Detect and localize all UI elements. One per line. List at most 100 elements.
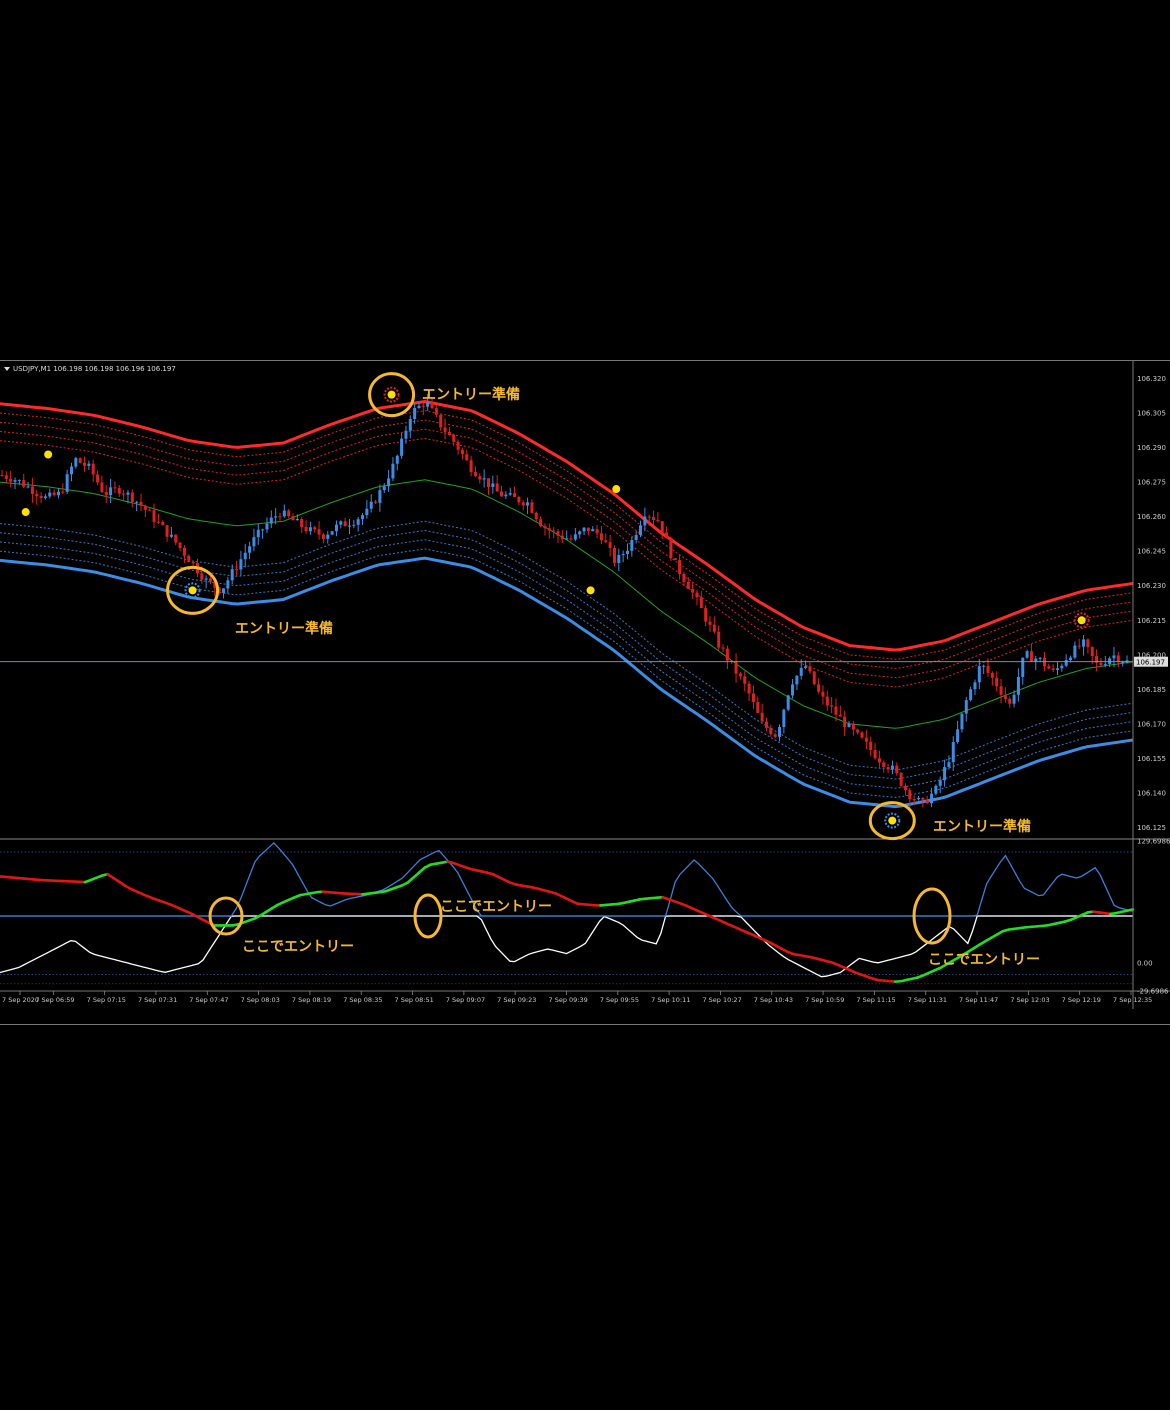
candle-body bbox=[1012, 694, 1016, 704]
candle-body bbox=[1108, 658, 1112, 665]
candle-body bbox=[569, 538, 573, 540]
time-tick-label: 7 Sep 10:11 bbox=[651, 996, 690, 1004]
current-price-tag: 106.197 bbox=[1136, 659, 1165, 667]
candle-body bbox=[1034, 658, 1038, 662]
candle-body bbox=[873, 749, 877, 759]
candle-body bbox=[1112, 655, 1116, 659]
candle-body bbox=[447, 431, 451, 435]
candle-body bbox=[869, 741, 873, 750]
candle-body bbox=[647, 516, 651, 518]
candle-body bbox=[165, 525, 169, 537]
candle-body bbox=[1099, 662, 1103, 666]
candle-body bbox=[886, 767, 890, 770]
candle-body bbox=[960, 713, 964, 730]
axis-layer: 106.320 106.305 106.290 106.275 106.260 106.2… bbox=[0, 361, 1170, 1009]
symbol-name: USDJPY,M1 bbox=[13, 365, 52, 373]
candle-body bbox=[200, 573, 204, 580]
candle-body bbox=[539, 519, 543, 527]
time-tick-label: 7 Sep 06:59 bbox=[35, 996, 74, 1004]
candle-body bbox=[708, 621, 712, 625]
candle-body bbox=[864, 737, 868, 742]
time-tick-label: 7 Sep 2020 bbox=[2, 996, 39, 1004]
candle-body bbox=[274, 516, 278, 518]
candle-body bbox=[1021, 657, 1025, 677]
candle-body bbox=[365, 508, 369, 516]
candle-body bbox=[956, 729, 960, 743]
candle-body bbox=[48, 492, 52, 497]
candle-body bbox=[143, 505, 147, 510]
candle-body bbox=[300, 519, 304, 528]
lower-band-line bbox=[0, 556, 1134, 809]
candle-body bbox=[430, 402, 434, 409]
candle-body bbox=[652, 517, 656, 520]
candle-body bbox=[565, 538, 569, 540]
candle-body bbox=[339, 521, 343, 525]
candle-body bbox=[486, 478, 490, 487]
candle-body bbox=[599, 533, 603, 541]
ohlc-values: 106.198 106.198 106.196 106.197 bbox=[53, 365, 176, 373]
price-tick-label: 106.320 bbox=[1137, 375, 1166, 383]
candle-body bbox=[491, 483, 495, 487]
candle-body bbox=[0, 475, 4, 477]
osc-tick-label: 129.6986 bbox=[1137, 838, 1170, 846]
price-tick-label: 106.275 bbox=[1137, 479, 1166, 487]
candle-body bbox=[278, 516, 282, 518]
candle-body bbox=[808, 666, 812, 672]
candle-body bbox=[665, 532, 669, 539]
candle-body bbox=[756, 701, 760, 713]
candle-body bbox=[930, 793, 934, 804]
candle-body bbox=[469, 460, 473, 473]
candle-body bbox=[838, 714, 842, 717]
signal-dot bbox=[586, 586, 595, 595]
candle-body bbox=[552, 530, 556, 532]
candle-body bbox=[1121, 661, 1125, 663]
candle-body bbox=[717, 631, 721, 648]
candle-body bbox=[391, 463, 395, 479]
candle-body bbox=[1090, 646, 1094, 657]
candle-body bbox=[100, 482, 104, 492]
candle-body bbox=[35, 493, 39, 497]
signal-dot bbox=[21, 508, 30, 517]
dropdown-triangle-icon[interactable] bbox=[4, 367, 10, 371]
candle-body bbox=[773, 734, 777, 737]
candle-body bbox=[686, 581, 690, 589]
candle-body bbox=[83, 462, 87, 466]
candle-body bbox=[591, 529, 595, 532]
candle-body bbox=[895, 765, 899, 774]
price-tick-label: 106.230 bbox=[1137, 582, 1166, 590]
candle-body bbox=[78, 458, 82, 463]
time-tick-label: 7 Sep 11:15 bbox=[856, 996, 895, 1004]
chart-canvas[interactable]: 106.320 106.305 106.290 106.275 106.260 106.2… bbox=[0, 361, 1170, 1026]
candle-body bbox=[334, 524, 338, 532]
candle-body bbox=[795, 675, 799, 685]
candle-body bbox=[317, 529, 321, 535]
candle-body bbox=[764, 721, 768, 728]
signal-dot bbox=[1077, 616, 1086, 625]
time-tick-label: 7 Sep 09:55 bbox=[600, 996, 639, 1004]
annotation-text: ここでエントリー bbox=[440, 899, 552, 915]
candle-body bbox=[326, 534, 330, 539]
candle-body bbox=[921, 797, 925, 800]
signal-dot bbox=[387, 390, 396, 399]
annotation-text: ここでエントリー bbox=[928, 952, 1040, 968]
candle-body bbox=[782, 709, 786, 728]
candle-body bbox=[712, 624, 716, 632]
candle-body bbox=[248, 546, 252, 553]
candle-body bbox=[925, 799, 929, 804]
time-tick-label: 7 Sep 08:35 bbox=[343, 996, 382, 1004]
candle-body bbox=[1064, 660, 1068, 666]
chart-window[interactable]: 106.320 106.305 106.290 106.275 106.260 106.2… bbox=[0, 360, 1170, 1025]
candle-body bbox=[417, 405, 421, 409]
candle-body bbox=[304, 527, 308, 532]
candle-body bbox=[230, 569, 234, 581]
candle-body bbox=[908, 790, 912, 800]
candle-body bbox=[96, 474, 100, 483]
candle-body bbox=[378, 490, 382, 503]
candle-body bbox=[1016, 676, 1020, 695]
candle-body bbox=[995, 677, 999, 687]
candle-body bbox=[999, 686, 1003, 695]
upper-band-line bbox=[0, 419, 1134, 669]
candle-body bbox=[786, 695, 790, 710]
candle-body bbox=[526, 502, 530, 506]
candle-body bbox=[851, 723, 855, 730]
